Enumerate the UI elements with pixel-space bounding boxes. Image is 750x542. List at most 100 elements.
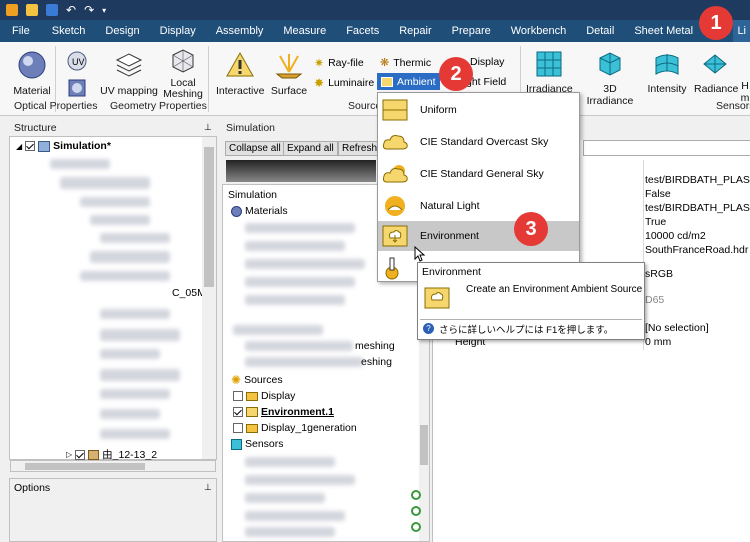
structure-hscrollbar[interactable]	[10, 460, 216, 472]
group-optical-properties: Optical Properties	[14, 100, 98, 112]
menu-detail[interactable]: Detail	[576, 20, 624, 42]
options-pin-icon[interactable]: ⊥	[204, 482, 212, 493]
structure-scroll-thumb[interactable]	[204, 147, 214, 287]
dropdown-icon[interactable]: ▾	[102, 6, 106, 15]
tooltip-help-text: さらに詳しいヘルプには F1を押します。	[439, 325, 614, 336]
property-value-hdr-file[interactable]: SouthFranceRoad.hdr	[645, 244, 748, 256]
thermic-button[interactable]: ❋ Thermic	[380, 56, 431, 70]
local-meshing-button[interactable]: Local Meshing	[162, 47, 204, 100]
uv-mapping-button[interactable]: UV mapping	[100, 50, 158, 97]
surface-label: Surface	[270, 85, 308, 97]
materials-label: Materials	[245, 205, 288, 217]
meshing-row-2[interactable]: eshing	[361, 356, 392, 368]
menu-sketch[interactable]: Sketch	[42, 20, 96, 42]
redo-icon[interactable]: ↷	[84, 3, 94, 17]
ambient-label: Ambient	[397, 75, 436, 88]
structure-pin-icon[interactable]: ⊥	[204, 122, 212, 133]
menu-prepare[interactable]: Prepare	[442, 20, 501, 42]
luminaire-button[interactable]: ✸ Luminaire	[314, 76, 374, 90]
ambient-uniform-item[interactable]: Uniform	[378, 95, 579, 125]
display-1gen-checkbox[interactable]	[233, 423, 243, 433]
menu-display[interactable]: Display	[150, 20, 206, 42]
ambient-natural-light-item[interactable]: Natural Light	[378, 191, 579, 221]
meshing-row-1[interactable]: meshing	[355, 340, 395, 352]
sun-cloud-icon	[382, 165, 408, 183]
simulation-tree-scroll-thumb[interactable]	[420, 425, 428, 465]
structure-scrollbar[interactable]	[202, 137, 216, 459]
uv-extra-icon-2[interactable]	[64, 78, 90, 101]
display-checkbox[interactable]	[233, 391, 243, 401]
property-value-height[interactable]: 0 mm	[645, 336, 671, 348]
step-badge-1: 1	[699, 6, 733, 40]
materials-sphere-icon	[231, 205, 242, 217]
green-arrow-icon[interactable]	[411, 490, 421, 500]
bottom-checkbox[interactable]	[75, 449, 86, 460]
ambient-general-sky-item[interactable]: CIE Standard General Sky	[378, 159, 579, 189]
ambient-overcast-item[interactable]: CIE Standard Overcast Sky	[378, 127, 579, 157]
ambient-environment-item[interactable]: Environment	[378, 221, 579, 251]
structure-hscroll-thumb[interactable]	[25, 463, 145, 470]
mesh-cube-icon	[172, 49, 194, 73]
menu-light[interactable]: Li	[733, 20, 750, 42]
sources-sun-icon: ✺	[231, 373, 242, 387]
property-value-true[interactable]: True	[645, 216, 666, 228]
green-arrow-icon[interactable]	[411, 522, 421, 532]
display-row[interactable]: Display	[233, 390, 295, 402]
menu-facets[interactable]: Facets	[336, 20, 389, 42]
ambient-button[interactable]: Ambient	[377, 73, 440, 90]
expand-all-button[interactable]: Expand all	[283, 141, 338, 156]
uv-extra-icon-1[interactable]: UV	[64, 50, 90, 75]
green-arrow-icon[interactable]	[411, 506, 421, 516]
structure-root-row[interactable]: ◢ Simulation*	[16, 140, 111, 152]
menu-design[interactable]: Design	[95, 20, 149, 42]
property-value-material-1[interactable]: test/BIRDBATH_PLASTIC	[645, 174, 750, 186]
property-value-false[interactable]: False	[645, 188, 671, 200]
3d-irradiance-button[interactable]: 3D Irradiance	[580, 50, 640, 107]
structure-partial-row[interactable]: C_05M	[172, 287, 206, 299]
display-1gen-icon	[246, 423, 258, 433]
menu-assembly[interactable]: Assembly	[206, 20, 274, 42]
interactive-button[interactable]: Interactive	[216, 50, 264, 97]
natural-light-icon	[385, 196, 405, 216]
sensors-row[interactable]: Sensors	[231, 438, 284, 450]
expand-right-icon[interactable]: ▷	[66, 450, 72, 459]
environment1-checkbox[interactable]	[233, 407, 243, 417]
properties-search-box[interactable]	[583, 140, 750, 156]
property-value-selection[interactable]: [No selection]	[645, 322, 709, 334]
collapse-all-button[interactable]: Collapse all	[225, 141, 285, 156]
display-source-button[interactable]: Display	[470, 56, 504, 68]
intensity-icon	[655, 54, 679, 75]
irradiance-button[interactable]: Irradiance	[526, 50, 573, 95]
property-value-luminance[interactable]: 10000 cd/m2	[645, 230, 706, 242]
menu-workbench[interactable]: Workbench	[501, 20, 576, 42]
radiance-button[interactable]: Radiance	[694, 50, 738, 95]
surface-button[interactable]: Surface	[268, 50, 310, 97]
menu-sheet-metal[interactable]: Sheet Metal	[624, 20, 703, 42]
environment-tooltip: Environment Create an Environment Ambien…	[417, 262, 645, 340]
refresh-button[interactable]: Refresh	[338, 141, 382, 156]
materials-row[interactable]: Materials	[231, 205, 288, 217]
display-icon	[246, 391, 258, 401]
surface-rays-icon	[275, 54, 303, 79]
open-folder-icon[interactable]	[26, 4, 38, 16]
menu-repair[interactable]: Repair	[389, 20, 441, 42]
ray-file-button[interactable]: ✷ Ray-file	[314, 56, 364, 70]
material-button[interactable]: Material	[12, 50, 52, 97]
property-value-material-2[interactable]: test/BIRDBATH_PLASTIC	[645, 202, 750, 214]
partial-sensor-button[interactable]: H m	[740, 50, 750, 104]
save-icon[interactable]	[46, 4, 58, 16]
environment1-row[interactable]: Environment.1	[233, 406, 334, 418]
ray-file-icon: ✷	[314, 56, 325, 70]
structure-panel-title: Structure	[14, 122, 57, 134]
property-value-color-space[interactable]: sRGB	[645, 268, 673, 280]
root-checkbox[interactable]	[25, 141, 36, 151]
menu-file[interactable]: File	[0, 20, 42, 42]
intensity-button[interactable]: Intensity	[646, 50, 688, 95]
ambient-overcast-label: CIE Standard Overcast Sky	[420, 136, 549, 148]
undo-icon[interactable]: ↶	[66, 3, 76, 17]
menu-measure[interactable]: Measure	[273, 20, 336, 42]
expand-arrow-icon[interactable]: ◢	[16, 142, 22, 151]
sources-row[interactable]: ✺ Sources	[231, 373, 283, 387]
simulation-preview-bar	[226, 160, 376, 182]
display-1gen-row[interactable]: Display_1generation	[233, 422, 357, 434]
